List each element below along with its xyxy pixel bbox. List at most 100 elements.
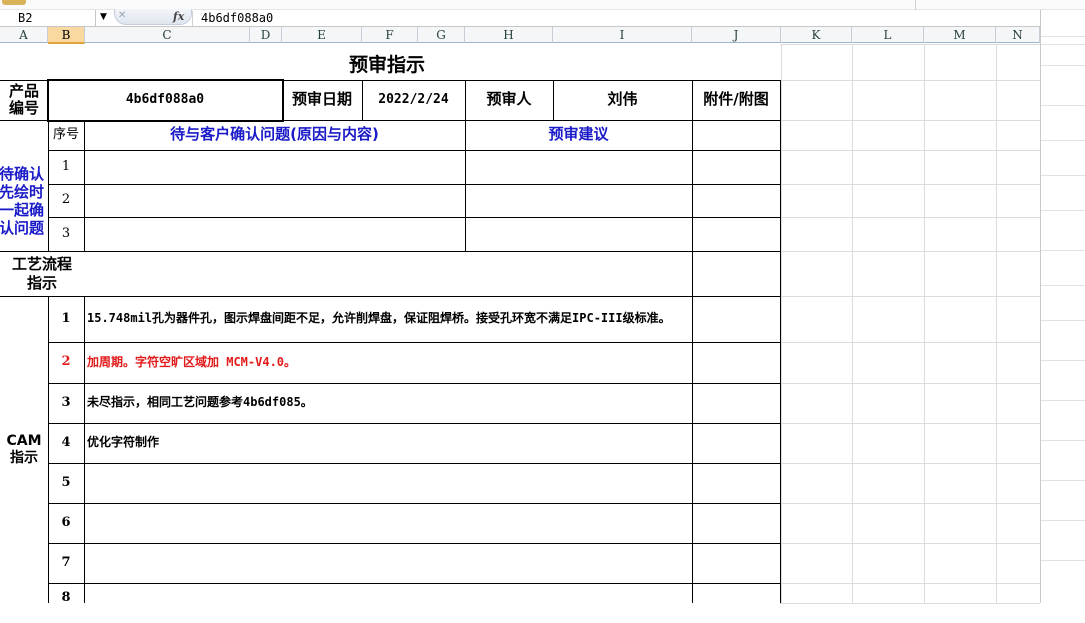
cell-border [553, 80, 554, 120]
cam-label: CAM 指示 [6, 433, 42, 466]
column-header-l[interactable]: L [852, 27, 924, 43]
cell-border [84, 120, 85, 251]
cell-border [0, 251, 781, 252]
cell-border [362, 80, 363, 120]
cam-instruction[interactable]: 优化字符制作 [84, 423, 692, 463]
side-pane-line [1041, 175, 1085, 176]
gridline [780, 583, 1040, 584]
cam-row-number: 4 [61, 434, 71, 450]
process-label: 工艺流程 指示 [11, 254, 72, 292]
column-header-m[interactable]: M [924, 27, 996, 43]
insert-function-icon[interactable]: fx [173, 10, 184, 23]
name-box-dropdown-icon[interactable]: ▼ [100, 12, 107, 22]
gridline [780, 342, 1040, 343]
gridline [996, 44, 997, 603]
selected-cell-outline [47, 79, 284, 122]
cam-instruction[interactable]: 加周期。字符空旷区域加 MCM-V4.0。 [84, 342, 692, 383]
gridline [780, 80, 1040, 81]
cam-row-number: 8 [61, 590, 71, 605]
side-pane-line [1041, 440, 1085, 441]
side-pane-line [1041, 560, 1085, 561]
cell-border [48, 543, 781, 544]
column-header-g[interactable]: G [418, 27, 465, 43]
cell-border [48, 80, 49, 121]
product-id-label: 产品 编号 [8, 81, 39, 117]
side-pane-line [1041, 360, 1085, 361]
gridline [780, 44, 1040, 45]
cell-border [780, 80, 781, 603]
confirm-row-number: 3 [61, 225, 71, 241]
column-header-d[interactable]: D [250, 27, 282, 43]
column-header-i[interactable]: I [553, 27, 692, 43]
attachment-label: 附件/附图 [703, 90, 769, 109]
column-header-b[interactable]: B [48, 27, 85, 44]
column-header-n[interactable]: N [996, 27, 1040, 43]
formula-separator [192, 11, 193, 26]
side-pane-line [1041, 44, 1085, 45]
cell-border [0, 296, 781, 297]
cell-border [465, 80, 466, 251]
side-pane-line [1041, 250, 1085, 251]
cell-border [48, 463, 781, 464]
cam-row-number: 2 [61, 354, 71, 370]
cell-border [48, 217, 781, 218]
side-pane-line [1041, 400, 1085, 401]
review-date-cell[interactable]: 2022/2/24 [362, 80, 465, 120]
cam-instruction[interactable]: 15.748mil孔为器件孔，图示焊盘间距不足，允许削焊盘，保证阻焊桥。接受孔环… [84, 296, 692, 342]
gridline [780, 423, 1040, 424]
confirm-section-label: 待确认 先绘时 一起确 认问题 [0, 164, 44, 237]
side-pane-line [1041, 285, 1085, 286]
side-pane [1040, 10, 1085, 603]
sheet-title: 预审指示 [348, 54, 425, 77]
column-header-a[interactable]: A [0, 27, 48, 43]
name-box[interactable]: B2 [0, 10, 96, 27]
cancel-icon[interactable]: ✕ [118, 10, 126, 21]
cell-border [0, 120, 781, 121]
cell-border [0, 80, 781, 81]
gridline [780, 543, 1040, 544]
formula-input[interactable]: 4b6df088a0 [201, 11, 273, 25]
side-pane-line [1041, 36, 1085, 37]
gridline [780, 383, 1040, 384]
column-header-e[interactable]: E [282, 27, 362, 43]
cam-row-number: 7 [61, 554, 71, 570]
gridline [780, 463, 1040, 464]
seq-label: 序号 [52, 126, 79, 142]
cell-border [48, 383, 781, 384]
column-header-c[interactable]: C [85, 27, 250, 43]
gridline [780, 184, 1040, 185]
gridline [780, 217, 1040, 218]
side-pane-line [1041, 320, 1085, 321]
side-pane-line [1041, 520, 1085, 521]
column-header-k[interactable]: K [781, 27, 852, 43]
side-pane-line [1041, 210, 1085, 211]
customer-issue-header: 待与客户确认问题(原因与内容) [170, 125, 379, 144]
strip-divider [915, 0, 916, 10]
side-pane-line [1041, 65, 1085, 66]
reviewer-label: 预审人 [486, 90, 532, 109]
gridline [780, 120, 1040, 121]
cell-border [48, 423, 781, 424]
side-pane-line [1041, 480, 1085, 481]
side-pane-line [1041, 105, 1085, 106]
cam-instruction[interactable]: 未尽指示，相同工艺问题参考4b6df085。 [84, 383, 692, 423]
review-date-label: 预审日期 [291, 90, 352, 109]
cell-border [48, 150, 781, 151]
gridline [780, 503, 1040, 504]
side-pane-line [1041, 140, 1085, 141]
column-header-j[interactable]: J [692, 27, 781, 43]
gridline [780, 251, 1040, 252]
app-icon [2, 0, 26, 5]
column-header-f[interactable]: F [362, 27, 418, 43]
reviewer-cell[interactable]: 刘伟 [553, 80, 692, 120]
cam-row-number: 3 [61, 394, 71, 410]
column-header-h[interactable]: H [465, 27, 553, 43]
cell-border [84, 296, 85, 603]
cell-border [48, 184, 781, 185]
gridline [852, 44, 853, 603]
cell-border [48, 296, 49, 603]
cam-row-number: 1 [61, 310, 71, 326]
gridline [924, 44, 925, 603]
cell-border [48, 120, 49, 251]
gridline [781, 44, 782, 603]
